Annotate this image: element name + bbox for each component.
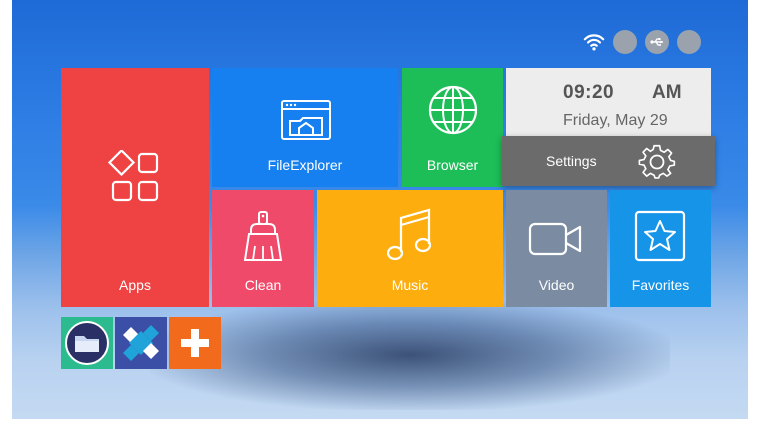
clean-label: Clean — [244, 277, 282, 293]
shortcut-bar — [61, 317, 221, 369]
video-camera-icon — [528, 222, 582, 256]
kodi-icon[interactable] — [115, 317, 167, 369]
video-tile[interactable]: Video — [506, 190, 607, 307]
settings-label: Settings — [546, 153, 597, 169]
clean-tile[interactable]: Clean — [212, 190, 314, 307]
status-bar — [583, 30, 701, 54]
browser-tile[interactable]: Browser — [402, 68, 503, 187]
status-dot-icon — [613, 30, 637, 54]
usb-icon — [645, 30, 669, 54]
broom-icon — [243, 211, 283, 261]
wifi-icon — [583, 34, 605, 51]
favorites-label: Favorites — [631, 277, 690, 293]
globe-icon — [428, 85, 478, 135]
gear-icon — [638, 144, 676, 179]
clock-time: 09:20 — [563, 82, 615, 103]
file-explorer-label: FileExplorer — [267, 157, 343, 173]
clock-widget: 09:20 AM Friday, May 29 — [506, 68, 711, 136]
browser-label: Browser — [426, 157, 479, 173]
star-icon — [634, 210, 686, 262]
clock-ampm: AM — [652, 82, 682, 103]
apps-grid-icon — [107, 150, 159, 202]
screen-border — [0, 419, 762, 427]
favorites-tile[interactable]: Favorites — [610, 190, 711, 307]
screen-border — [748, 0, 762, 427]
apps-tile[interactable]: Apps — [61, 68, 209, 307]
folder-app-icon[interactable] — [61, 317, 113, 369]
home-screen: Apps FileExplorer Browser 09:20 AM Frida… — [0, 0, 762, 427]
plus-app-icon[interactable] — [169, 317, 221, 369]
file-explorer-tile[interactable]: FileExplorer — [212, 68, 398, 187]
clock-date: Friday, May 29 — [563, 112, 668, 129]
music-note-icon — [387, 208, 432, 261]
status-dot-icon — [677, 30, 701, 54]
video-label: Video — [538, 277, 575, 293]
file-explorer-icon — [281, 100, 331, 140]
settings-tile[interactable]: Settings — [502, 136, 715, 186]
music-tile[interactable]: Music — [317, 190, 503, 307]
apps-label: Apps — [119, 277, 151, 293]
music-label: Music — [391, 277, 429, 293]
